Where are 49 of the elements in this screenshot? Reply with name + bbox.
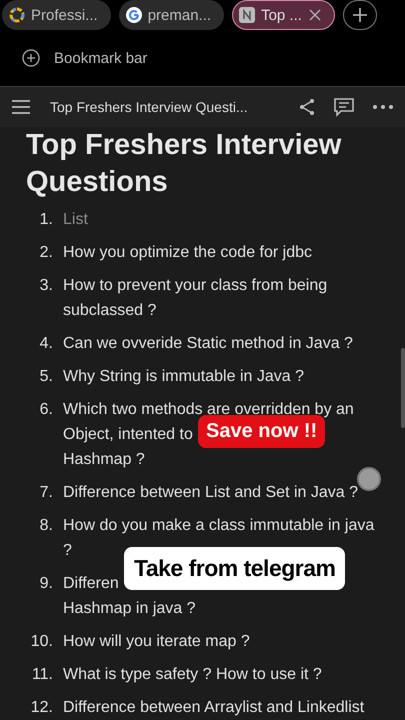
list-number: 12. (30, 698, 53, 718)
list-number: 2. (38, 243, 53, 263)
scrollbar[interactable] (401, 348, 405, 428)
question-text: What is type safety ? How to use it ? (63, 665, 322, 685)
list-number: 1. (38, 210, 53, 230)
question-text: Why String is immutable in Java ? (63, 367, 304, 387)
list-number: 7. (38, 483, 53, 503)
ring-icon (9, 7, 25, 23)
list-number: 9. (38, 574, 53, 594)
placeholder-text: List (63, 210, 88, 230)
browser-tab[interactable]: Top ... (232, 0, 335, 30)
page-title: Top Freshers Interview Questi... (50, 99, 249, 115)
question-text: Hashmap in java ? (63, 599, 196, 619)
list-number: 5. (38, 367, 53, 387)
plus-icon (352, 7, 368, 23)
comment-icon[interactable] (333, 97, 355, 117)
add-icon[interactable] (22, 49, 40, 67)
question-text: Hashmap ? (63, 450, 145, 470)
page-heading: Top Freshers Interview Questions (26, 128, 342, 200)
question-text: How you optimize the code for jdbc (63, 243, 312, 263)
list-number: 3. (38, 276, 53, 296)
list-number: 11. (30, 665, 53, 685)
question-text: How do you make a class immutable in java (63, 516, 374, 536)
question-text: Differen (63, 574, 119, 594)
question-text: Difference between Arraylist and Linkedlist (63, 698, 364, 718)
more-icon[interactable] (373, 105, 393, 109)
sticker-label: Take from telegram (124, 547, 346, 590)
list-number: 6. (38, 400, 53, 420)
list-number: 4. (38, 334, 53, 354)
browser-tab[interactable]: Professi... (2, 0, 111, 30)
list-number: 8. (38, 516, 53, 536)
question-text: subclassed ? (63, 301, 156, 321)
menu-icon[interactable] (12, 100, 30, 114)
list-number: 10. (30, 632, 53, 652)
question-text: How to prevent your class from being (63, 276, 328, 296)
question-text: Can we ovveride Static method in Java ? (63, 334, 353, 354)
share-icon[interactable] (299, 98, 315, 116)
close-icon[interactable] (308, 8, 322, 22)
question-text: Object, intented to (63, 425, 193, 445)
touch-indicator (357, 467, 381, 491)
question-text: ? (63, 541, 72, 561)
bookmark-bar-label[interactable]: Bookmark bar (54, 50, 148, 66)
question-text: How will you iterate map ? (63, 632, 250, 652)
new-tab-button[interactable] (342, 0, 377, 30)
question-text: Difference between List and Set in Java ? (63, 483, 358, 503)
sticker-label: Save now !! (198, 415, 326, 448)
n-logo-icon (239, 7, 256, 23)
g-logo-icon (126, 7, 142, 23)
browser-tab[interactable]: preman... (118, 0, 224, 30)
